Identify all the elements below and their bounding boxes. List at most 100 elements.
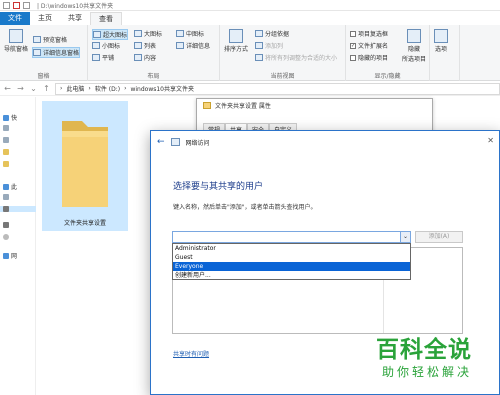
nav-item-drive-selected[interactable] [0,206,36,212]
nav-pane-icon [9,29,23,43]
nav-item-quick-access[interactable]: 快 [3,113,17,122]
folder-icon [3,149,9,155]
folder-icon[interactable] [3,1,10,9]
network-icon [3,252,9,259]
disc-icon [3,234,9,240]
current-view-group: 排序方式 分组依据 添加列 将所有列调整为合适的大小 当前视图 [220,25,346,81]
list-icon [134,42,142,49]
option-everyone[interactable]: Everyone [173,262,410,271]
option-create-new-user[interactable]: 创建新用户... [173,271,410,280]
nav-item-pin[interactable] [3,125,9,131]
chevron-down-icon[interactable]: ⌄ [29,84,38,93]
dialog-instruction: 键入名称，然后单击"添加"，或者单击箭头查找用户。 [173,204,317,211]
preview-pane-button[interactable]: 预览窗格 [33,35,67,44]
nav-item-label: 此 [11,184,18,191]
file-extensions-label: 文件扩展名 [358,43,389,50]
user-name-combobox[interactable]: ⌄ [172,231,411,243]
details-button[interactable]: 详细信息 [176,41,210,50]
medium-icons-label: 中图标 [186,31,205,38]
star-icon [3,114,9,121]
drive-icon [3,222,9,228]
ribbon: 导航窗格 预览窗格 详细信息窗格 窗格 超大图标 大图标 中图标 小图标 列表 … [0,25,500,81]
add-columns-button[interactable]: 添加列 [255,41,283,50]
properties-title: 文件夹共享设置 属性 [215,103,271,110]
watermark-title: 百科全说 [376,337,472,363]
size-columns-button[interactable]: 将所有列调整为合适的大小 [255,53,337,62]
options-label: 选项 [434,46,447,53]
small-icons-button[interactable]: 小图标 [92,41,120,50]
nav-item-pin[interactable] [3,161,9,167]
large-icons-icon [134,30,142,37]
computer-icon [3,183,9,190]
nav-item-pin[interactable] [3,149,9,155]
navigation-pane: 快 此 网 [0,97,36,395]
forward-icon[interactable]: → [16,84,25,93]
watermark-subtitle: 助你轻松解决 [382,365,473,379]
hidden-items-toggle[interactable]: 隐藏的项目 [350,53,388,62]
nav-item-label: 网 [11,253,18,260]
sort-by-button[interactable]: 排序方式 [224,29,248,53]
folder-icon [62,121,108,207]
tab-file[interactable]: 文件 [0,12,30,25]
file-extensions-toggle[interactable]: ✓ 文件扩展名 [350,41,388,50]
tiles-button[interactable]: 平铺 [92,53,114,62]
breadcrumb-this-pc[interactable]: 此电脑 [66,84,84,93]
nav-pane-button[interactable]: 导航窗格 [4,29,28,53]
chevron-down-icon[interactable]: ⌄ [400,232,410,242]
xl-icons-icon [93,31,101,38]
show-hide-group-label: 显示/隐藏 [374,73,401,80]
tab-view[interactable]: 查看 [90,12,122,25]
content-icon [134,54,142,61]
folder-icon [3,161,9,167]
option-guest[interactable]: Guest [173,253,410,262]
checkbox-icon [350,30,356,37]
medium-icons-icon [176,30,184,37]
option-administrator[interactable]: Administrator [173,244,410,253]
address-bar[interactable]: › 此电脑 › 软件 (D:) › windows10共享文件夹 [55,82,500,95]
small-icons-icon [92,42,100,49]
nav-item-this-pc[interactable]: 此 [3,182,17,191]
size-columns-label: 将所有列调整为合适的大小 [265,55,338,62]
hide-selected-icon [407,29,421,43]
sort-by-label: 排序方式 [224,46,249,53]
details-pane-label: 详细信息窗格 [43,50,80,57]
content-label: 内容 [144,55,157,62]
tiles-label: 平铺 [102,55,115,62]
close-icon[interactable]: ✕ [487,136,494,145]
options-icon [434,29,448,43]
folder-icon[interactable] [23,1,30,9]
list-button[interactable]: 列表 [134,41,156,50]
nav-item-pin[interactable] [3,137,9,143]
medium-icons-button[interactable]: 中图标 [176,29,204,38]
folder-icon [3,125,9,131]
large-icons-button[interactable]: 大图标 [134,29,162,38]
breadcrumb-drive[interactable]: 软件 (D:) [95,84,120,93]
sharing-help-link[interactable]: 共享时有问题 [173,349,209,358]
add-button[interactable]: 添加(A) [415,231,463,243]
tab-share[interactable]: 共享 [60,12,90,25]
breadcrumb-folder[interactable]: windows10共享文件夹 [130,84,194,93]
pane-group: 导航窗格 预览窗格 详细信息窗格 窗格 [0,25,88,81]
tab-home[interactable]: 主页 [30,12,60,25]
folder-icon [203,102,211,109]
back-icon[interactable]: ← [3,84,12,93]
nav-item-disc[interactable] [3,234,9,240]
nav-item-network[interactable]: 网 [3,251,17,260]
xl-icons-button[interactable]: 超大图标 [92,29,129,40]
nav-item-drive[interactable] [3,222,9,228]
nav-item-drive[interactable] [3,194,9,200]
item-checkboxes-toggle[interactable]: 项目复选框 [350,29,388,38]
options-group: 选项 [430,25,460,81]
back-arrow-icon[interactable]: ← [157,137,165,147]
details-pane-button[interactable]: 详细信息窗格 [32,47,81,58]
options-button[interactable]: 选项 [434,29,448,53]
hide-selected-button[interactable]: 隐藏 所选项目 [402,29,426,63]
checkbox-checked-icon: ✓ [350,42,356,49]
up-icon[interactable]: ↑ [42,84,51,93]
title-bar: | D:\windows10共享文件夹 [0,0,500,11]
content-button[interactable]: 内容 [134,53,156,62]
checkmark-icon[interactable] [13,1,20,9]
group-by-button[interactable]: 分组依据 [255,29,289,38]
item-checkboxes-label: 项目复选框 [358,31,389,38]
folder-item[interactable]: 文件夹共享设置 [42,101,128,231]
